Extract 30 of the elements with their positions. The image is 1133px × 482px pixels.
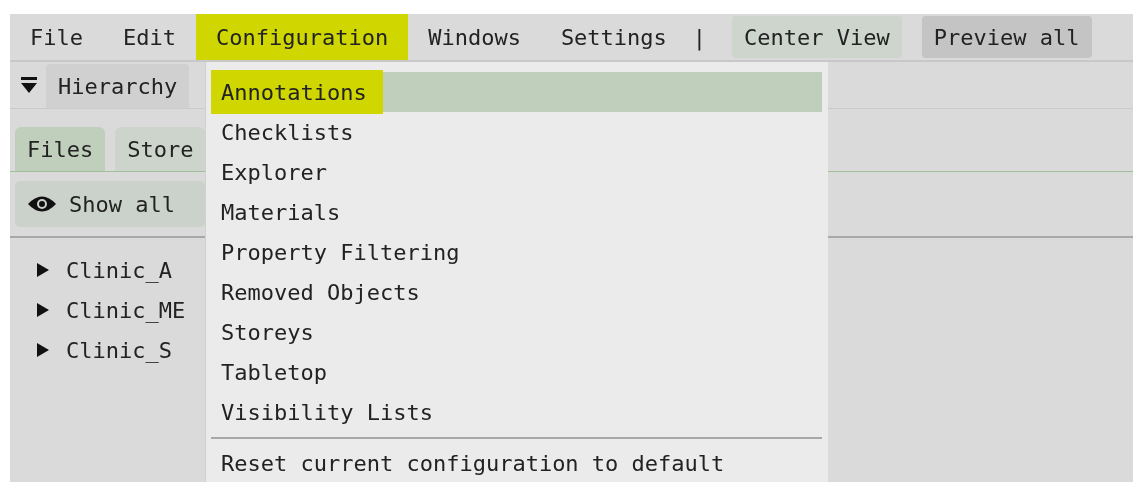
menu-option[interactable]: Materials <box>211 192 822 232</box>
menu-item[interactable]: Edit <box>103 14 196 60</box>
tree-item[interactable]: Clinic_A <box>66 257 172 283</box>
menu-option[interactable]: Explorer <box>211 152 822 192</box>
panel-tab[interactable]: Hierarchy <box>46 64 190 108</box>
expand-arrow-icon[interactable] <box>36 262 50 278</box>
menu-option[interactable]: Annotations <box>211 72 822 112</box>
menu-item[interactable]: Settings <box>540 14 687 60</box>
preview-button[interactable]: Preview all <box>921 16 1092 58</box>
menu-option[interactable]: Storeys <box>211 312 822 352</box>
tree-item[interactable]: Clinic_ME <box>66 297 186 323</box>
menu-option[interactable]: Checklists <box>211 112 822 152</box>
menu-option[interactable]: Tabletop <box>211 352 822 392</box>
tree-item[interactable]: Clinic_S <box>66 337 172 363</box>
filter-icon[interactable] <box>20 75 38 95</box>
menu-item[interactable]: Configuration <box>195 14 409 60</box>
expand-arrow-icon[interactable] <box>36 302 50 318</box>
menu-option[interactable]: Property Filtering <box>211 232 822 272</box>
show-all-button[interactable]: Show all <box>15 181 205 227</box>
center-view-button[interactable]: Center View <box>732 16 902 58</box>
menu-option[interactable]: Reset current configuration to default <box>211 443 822 482</box>
menu-item[interactable]: Windows <box>408 14 541 60</box>
tab[interactable]: Files <box>15 127 106 171</box>
menu-option[interactable]: Visibility Lists <box>211 392 822 432</box>
separator: | <box>691 23 708 53</box>
menu-option[interactable]: Removed Objects <box>211 272 822 312</box>
eye-icon <box>27 195 57 213</box>
tab[interactable]: Store <box>115 127 206 171</box>
expand-arrow-icon[interactable] <box>36 342 50 358</box>
menu-item[interactable]: File <box>10 14 103 60</box>
